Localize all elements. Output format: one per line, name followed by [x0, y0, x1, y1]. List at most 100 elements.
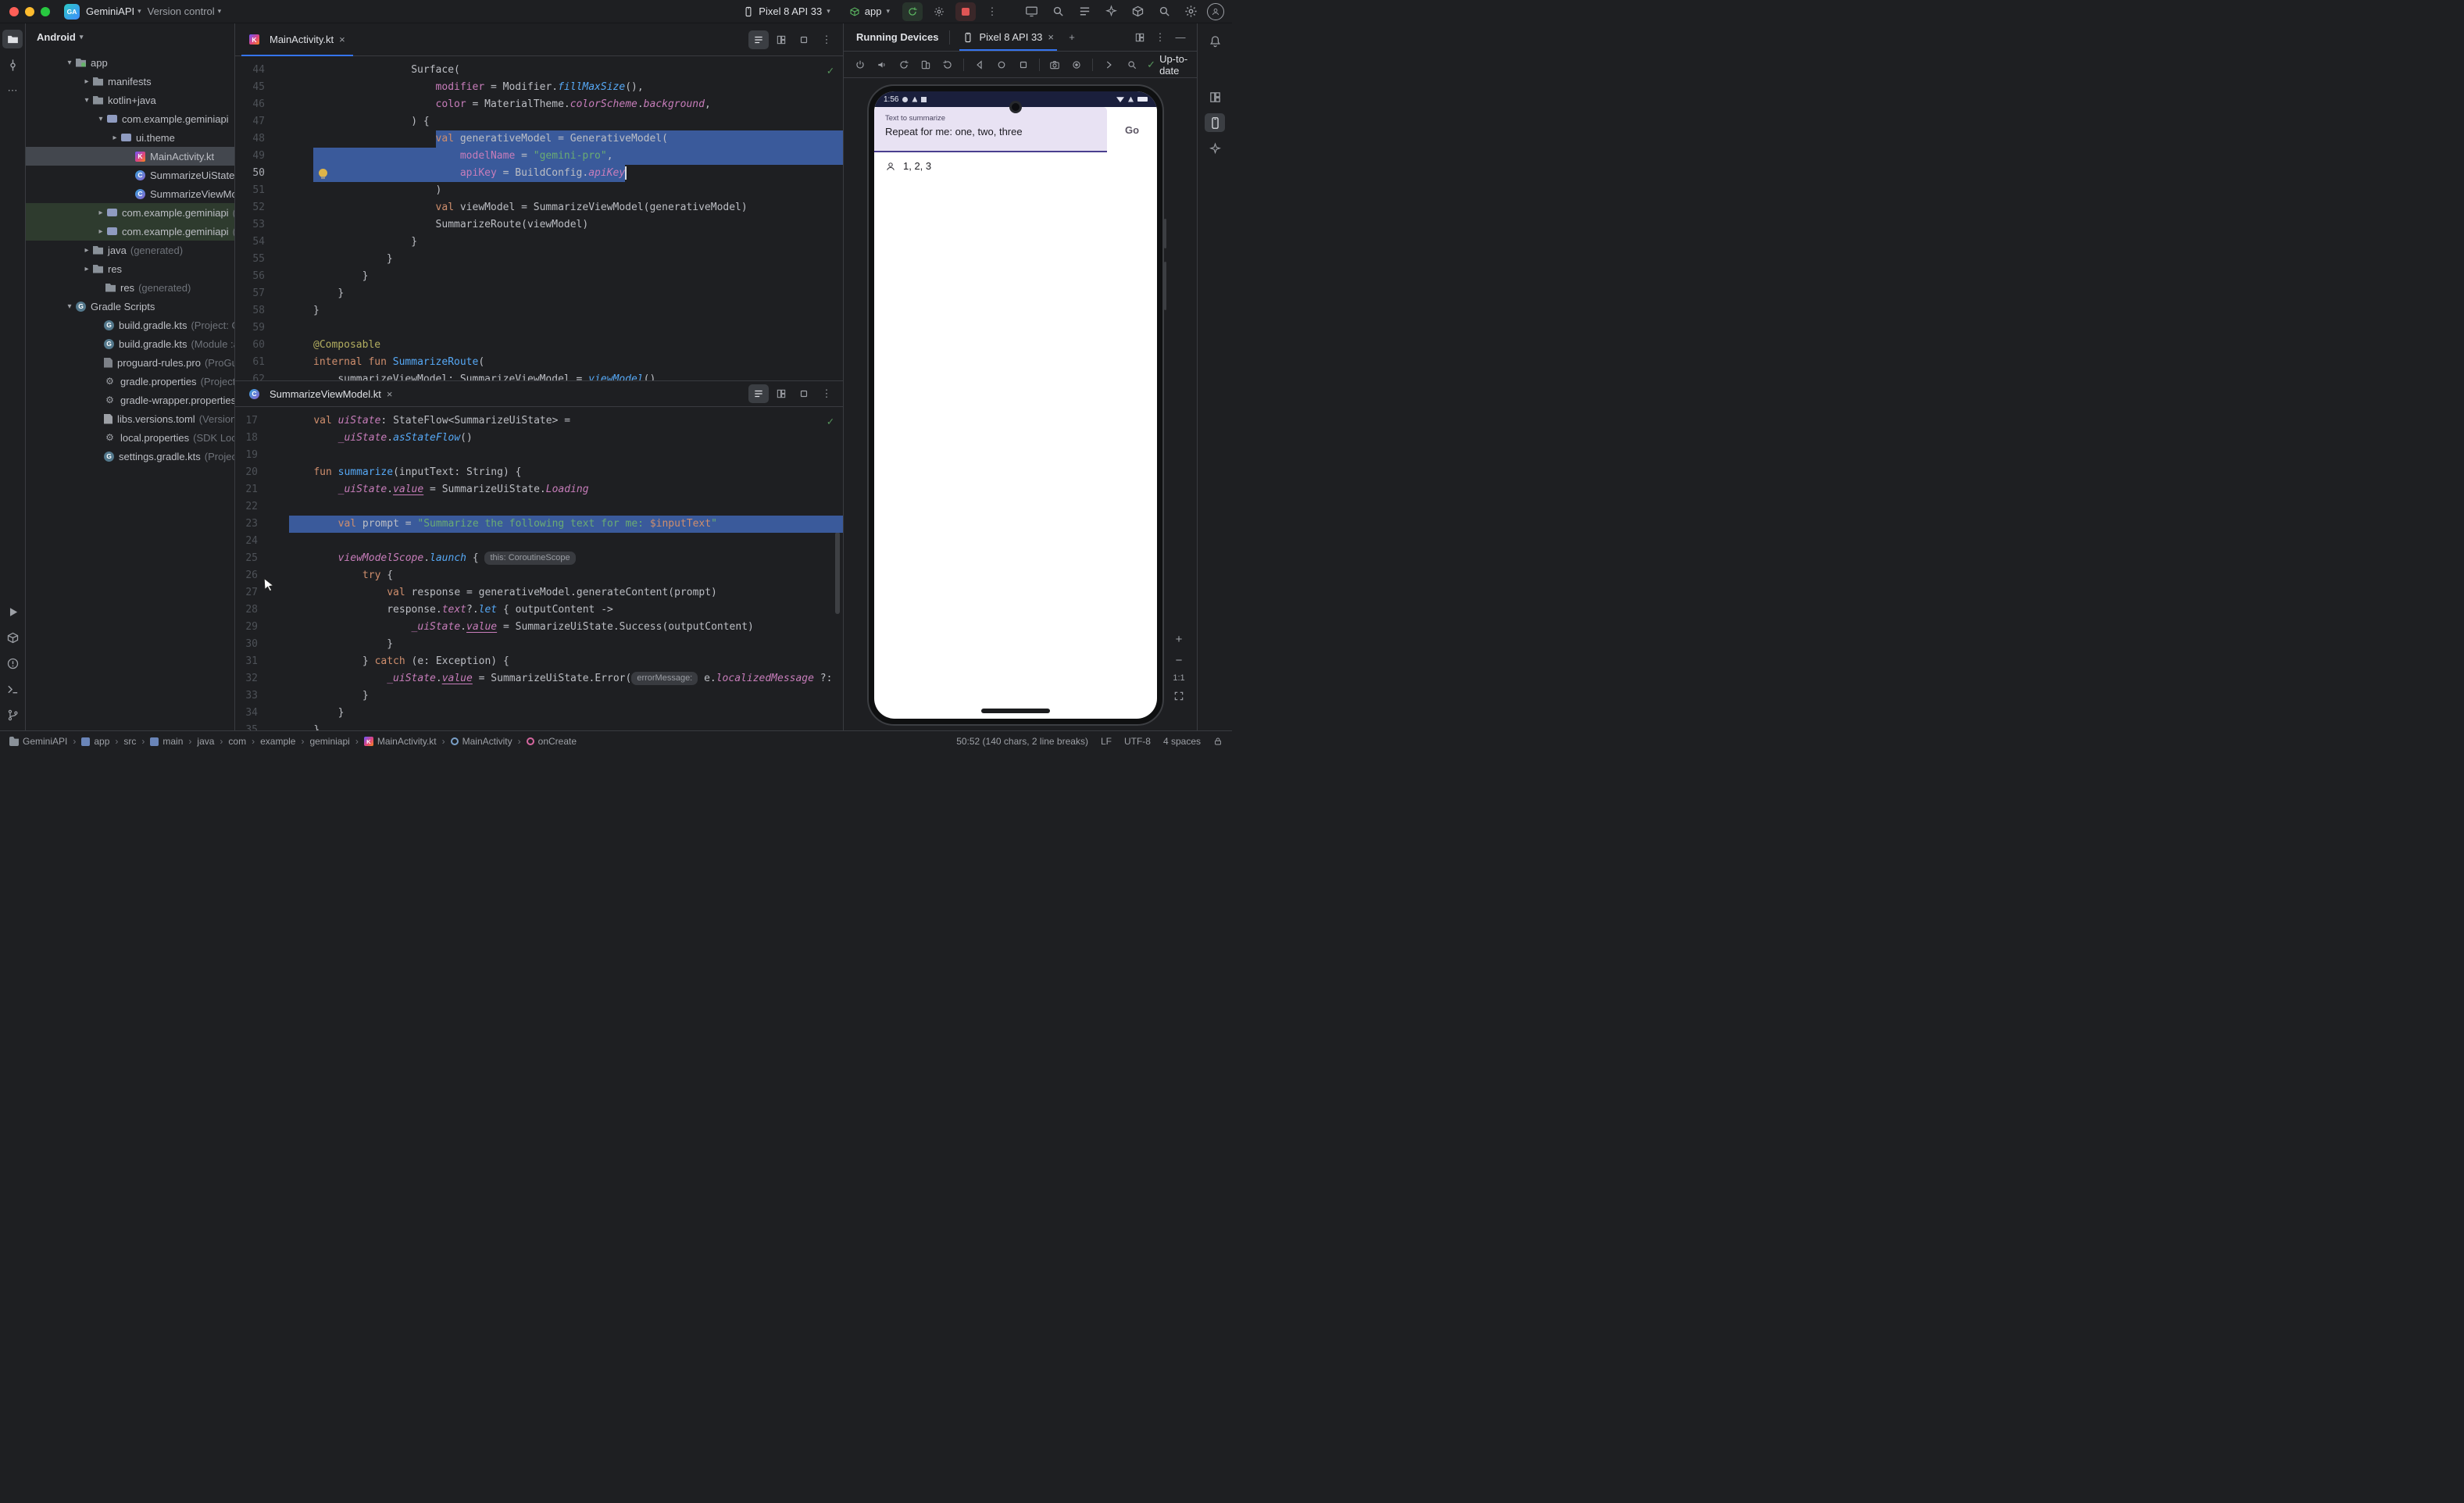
- version-control-menu[interactable]: Version control ▾: [148, 5, 222, 17]
- line-number[interactable]: 55: [235, 251, 313, 268]
- rerun-app-button[interactable]: [902, 2, 923, 21]
- code-line-28[interactable]: 28 response.text?.let { outputContent ->: [235, 602, 843, 619]
- write-lock-widget[interactable]: [1213, 737, 1223, 746]
- code-line-30[interactable]: 30 }: [235, 636, 843, 653]
- chevron-down-icon[interactable]: ▾: [63, 302, 76, 311]
- editor-summarizeviewmodel[interactable]: ✓ 17 val uiState: StateFlow<SummarizeUiS…: [235, 407, 843, 730]
- line-number[interactable]: 28: [235, 602, 289, 619]
- chevron-down-icon[interactable]: ▾: [63, 59, 76, 67]
- code-line-52[interactable]: 52 val viewModel = SummarizeViewModel(ge…: [235, 199, 843, 216]
- layout-inspector-button[interactable]: [1205, 87, 1225, 106]
- rotate-left-button[interactable]: [894, 55, 914, 74]
- project-menu[interactable]: GeminiAPI ▾: [86, 5, 141, 17]
- search-everywhere-button[interactable]: [1154, 2, 1174, 21]
- line-number[interactable]: 59: [235, 320, 313, 337]
- encoding-widget[interactable]: UTF-8: [1124, 736, 1151, 747]
- breadcrumb-mainactivity[interactable]: MainActivity: [451, 736, 512, 747]
- code-line-61[interactable]: 61internal fun SummarizeRoute(: [235, 354, 843, 371]
- project-view-selector[interactable]: Android ▾: [26, 23, 234, 50]
- tree-item-build-gradle-kts-module-app[interactable]: Gbuild.gradle.kts(Module :app): [26, 334, 234, 353]
- tree-item-java-generated[interactable]: ▸java(generated): [26, 241, 234, 259]
- line-number[interactable]: 31: [235, 653, 289, 670]
- chevron-right-icon[interactable]: ▸: [109, 134, 121, 142]
- problems-tool-button[interactable]: [2, 654, 23, 673]
- settings-button[interactable]: [1180, 2, 1201, 21]
- indent-widget[interactable]: 4 spaces: [1163, 736, 1201, 747]
- tree-item-summarizeviewmodel[interactable]: CSummarizeViewModel: [26, 184, 234, 203]
- code-line-44[interactable]: 44 Surface(: [235, 62, 843, 79]
- chevron-right-icon[interactable]: ▸: [80, 246, 93, 255]
- caret-position-widget[interactable]: 50:52 (140 chars, 2 line breaks): [956, 736, 1088, 747]
- power-button[interactable]: [850, 55, 870, 74]
- run-tool-button[interactable]: [2, 602, 23, 621]
- intention-bulb-icon[interactable]: [319, 169, 327, 177]
- code-line-45[interactable]: 45 modifier = Modifier.fillMaxSize(),: [235, 79, 843, 96]
- code-line-20[interactable]: 20 fun summarize(inputText: String) {: [235, 464, 843, 481]
- code-line-19[interactable]: 19: [235, 447, 843, 464]
- line-number[interactable]: 57: [235, 285, 313, 302]
- build-tool-button[interactable]: [2, 628, 23, 647]
- tab-mainactivity[interactable]: K MainActivity.kt ×: [241, 23, 353, 55]
- gesture-navigation-bar[interactable]: [981, 709, 1050, 713]
- line-number[interactable]: 34: [235, 705, 289, 722]
- editor-mainactivity[interactable]: ✓ 44 Surface(45 modifier = Modifier.fill…: [235, 56, 843, 380]
- tree-item-gradle-scripts[interactable]: ▾GGradle Scripts: [26, 297, 234, 316]
- chevron-down-icon[interactable]: ▾: [95, 115, 107, 123]
- line-number[interactable]: 51: [235, 182, 313, 199]
- tree-item-app[interactable]: ▾app: [26, 53, 234, 72]
- rotate-right-button[interactable]: [937, 55, 958, 74]
- line-number[interactable]: 35: [235, 722, 289, 730]
- code-line-33[interactable]: 33 }: [235, 687, 843, 705]
- go-button[interactable]: Go: [1107, 107, 1157, 152]
- line-number[interactable]: 30: [235, 636, 289, 653]
- breadcrumb-example[interactable]: example: [260, 736, 295, 747]
- zoom-window-button[interactable]: [41, 7, 50, 16]
- line-number[interactable]: 25: [235, 550, 289, 567]
- tree-item-manifests[interactable]: ▸manifests: [26, 72, 234, 91]
- line-number[interactable]: 50: [235, 165, 313, 182]
- display-zoom-button[interactable]: [1122, 55, 1142, 74]
- tree-item-com-example-geminiapi[interactable]: ▾com.example.geminiapi: [26, 109, 234, 128]
- tree-item-kotlin-java[interactable]: ▾kotlin+java: [26, 91, 234, 109]
- android-overview-button[interactable]: [1013, 55, 1034, 74]
- breadcrumb-com[interactable]: com: [228, 736, 246, 747]
- chevron-right-icon[interactable]: ▸: [95, 227, 107, 236]
- editor-options-button[interactable]: ⋮: [816, 30, 837, 49]
- breadcrumb-oncreate[interactable]: onCreate: [527, 736, 577, 747]
- code-line-58[interactable]: 58}: [235, 302, 843, 320]
- inspection-ok-icon[interactable]: ✓: [827, 413, 834, 430]
- screen-record-button[interactable]: [1066, 55, 1087, 74]
- tab-summarizeviewmodel[interactable]: C SummarizeViewModel.kt ×: [241, 381, 400, 406]
- line-number[interactable]: 47: [235, 113, 313, 130]
- tree-item-summarizeuistate[interactable]: CSummarizeUiState: [26, 166, 234, 184]
- close-window-button[interactable]: [9, 7, 19, 16]
- breadcrumb-java[interactable]: java: [197, 736, 214, 747]
- user-avatar[interactable]: [1207, 3, 1224, 20]
- line-number[interactable]: 46: [235, 96, 313, 113]
- inspection-ok-icon[interactable]: ✓: [827, 62, 834, 80]
- line-number[interactable]: 61: [235, 354, 313, 371]
- more-toolbar-actions-button[interactable]: [1098, 55, 1119, 74]
- line-number[interactable]: 22: [235, 498, 289, 516]
- android-back-button[interactable]: [970, 55, 990, 74]
- line-number[interactable]: 62: [235, 371, 313, 380]
- breadcrumb-app[interactable]: app: [81, 736, 109, 747]
- tree-item-com-example-geminiapi-andr[interactable]: ▸com.example.geminiapi(andr: [26, 203, 234, 222]
- line-number[interactable]: 23: [235, 516, 289, 533]
- stop-button[interactable]: [955, 2, 976, 21]
- device-tab-pixel8[interactable]: Pixel 8 API 33 ×: [955, 23, 1062, 51]
- more-run-actions-button[interactable]: ⋮: [982, 2, 1002, 21]
- code-line-49[interactable]: 49 modelName = "gemini-pro",: [235, 148, 843, 165]
- design-view-button[interactable]: [794, 30, 814, 49]
- split-panel-button[interactable]: [1130, 28, 1150, 47]
- line-number[interactable]: 32: [235, 670, 289, 687]
- zoom-actual-size-button[interactable]: 1:1: [1173, 673, 1184, 683]
- chevron-right-icon[interactable]: ▸: [80, 265, 93, 273]
- tree-item-proguard-rules-pro-proguard-r[interactable]: proguard-rules.pro(ProGuard R: [26, 353, 234, 372]
- code-line-60[interactable]: 60@Composable: [235, 337, 843, 354]
- line-number[interactable]: 53: [235, 216, 313, 234]
- code-line-31[interactable]: 31 } catch (e: Exception) {: [235, 653, 843, 670]
- code-line-59[interactable]: 59: [235, 320, 843, 337]
- chevron-right-icon[interactable]: ▸: [80, 77, 93, 86]
- close-tab-icon[interactable]: ×: [387, 388, 393, 400]
